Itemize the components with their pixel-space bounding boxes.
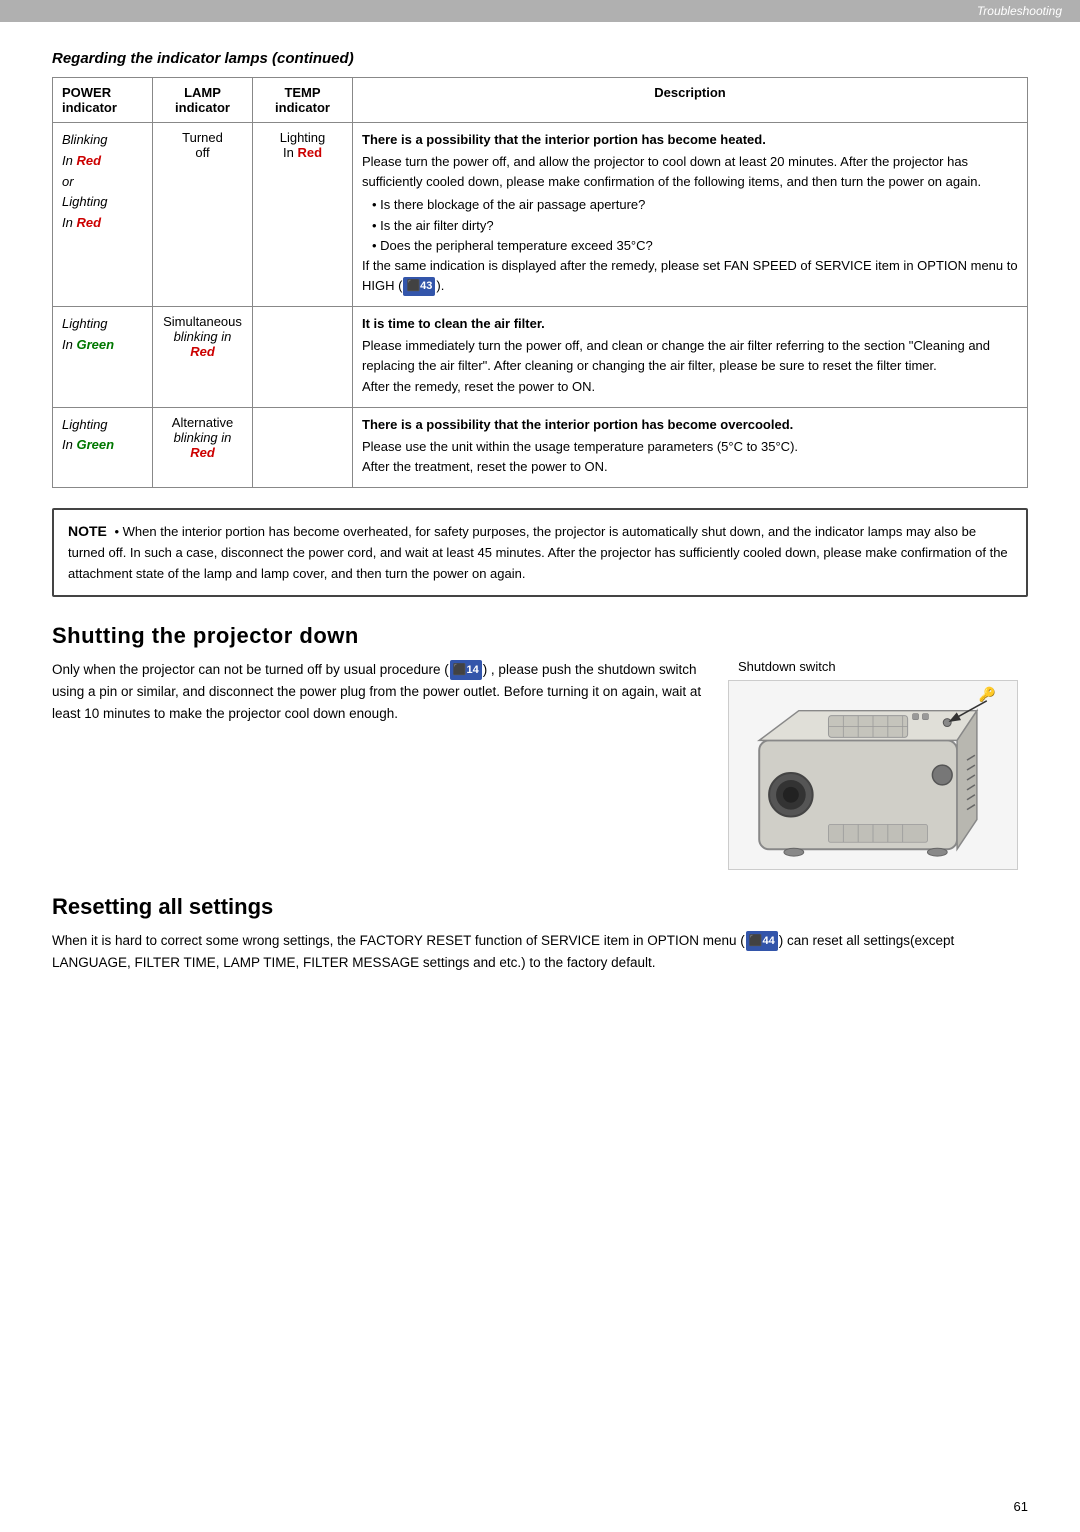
shutting-text: Only when the projector can not be turne… xyxy=(52,659,704,726)
shutting-body: Only when the projector can not be turne… xyxy=(52,659,1028,870)
power-cell-2: LightingIn Green xyxy=(53,307,153,408)
page-link-43: ⬛43 xyxy=(403,277,435,296)
note-box: NOTE • When the interior portion has bec… xyxy=(52,508,1028,596)
temp-cell-2 xyxy=(253,307,353,408)
col-header-desc: Description xyxy=(353,78,1028,123)
shutting-section: Shutting the projector down Only when th… xyxy=(52,623,1028,870)
table-row: LightingIn Green Simultaneousblinking in… xyxy=(53,307,1028,408)
shutting-text-part1: Only when the projector can not be turne… xyxy=(52,662,449,677)
page-number: 61 xyxy=(1014,1499,1028,1514)
power-line2: indicator xyxy=(62,100,117,115)
section-title: Regarding the indicator lamps (continued… xyxy=(52,50,1028,67)
svg-text:🔑: 🔑 xyxy=(979,685,996,702)
power-cell-3: LightingIn Green xyxy=(53,407,153,487)
resetting-section: Resetting all settings When it is hard t… xyxy=(52,894,1028,975)
table-row: LightingIn Green Alternativeblinking in … xyxy=(53,407,1028,487)
section-label: Troubleshooting xyxy=(977,4,1062,18)
page-link-44: ⬛44 xyxy=(746,931,778,951)
resetting-text-part1: When it is hard to correct some wrong se… xyxy=(52,933,745,948)
shutdown-switch-label: Shutdown switch xyxy=(728,659,1028,674)
header-bar: Troubleshooting xyxy=(0,0,1080,22)
resetting-heading: Resetting all settings xyxy=(52,894,1028,920)
power-cell-1: BlinkingIn RedorLightingIn Red xyxy=(53,123,153,307)
desc-cell-3: There is a possibility that the interior… xyxy=(353,407,1028,487)
desc-cell-2: It is time to clean the air filter. Plea… xyxy=(353,307,1028,408)
page-content: Regarding the indicator lamps (continued… xyxy=(0,22,1080,1014)
indicator-table: POWER indicator LAMP indicator TEMP indi… xyxy=(52,77,1028,488)
desc-header-label: Description xyxy=(654,85,726,100)
note-text: • When the interior portion has become o… xyxy=(68,524,1008,581)
power-line1: POWER xyxy=(62,85,111,100)
note-label: NOTE xyxy=(68,523,107,539)
col-header-power: POWER indicator xyxy=(53,78,153,123)
page-link-14: ⬛14 xyxy=(450,660,482,680)
lamp-cell-2: Simultaneousblinking in Red xyxy=(153,307,253,408)
col-header-lamp: LAMP indicator xyxy=(153,78,253,123)
lamp-cell-3: Alternativeblinking in Red xyxy=(153,407,253,487)
desc-cell-1: There is a possibility that the interior… xyxy=(353,123,1028,307)
projector-illustration: 🔑 xyxy=(728,680,1018,870)
temp-cell-3 xyxy=(253,407,353,487)
shutting-heading: Shutting the projector down xyxy=(52,623,1028,649)
resetting-text: When it is hard to correct some wrong se… xyxy=(52,930,1028,975)
lamp-cell-1: Turnedoff xyxy=(153,123,253,307)
col-header-temp: TEMP indicator xyxy=(253,78,353,123)
temp-cell-1: LightingIn Red xyxy=(253,123,353,307)
table-row: BlinkingIn RedorLightingIn Red Turnedoff… xyxy=(53,123,1028,307)
shutting-image-area: Shutdown switch xyxy=(728,659,1028,870)
